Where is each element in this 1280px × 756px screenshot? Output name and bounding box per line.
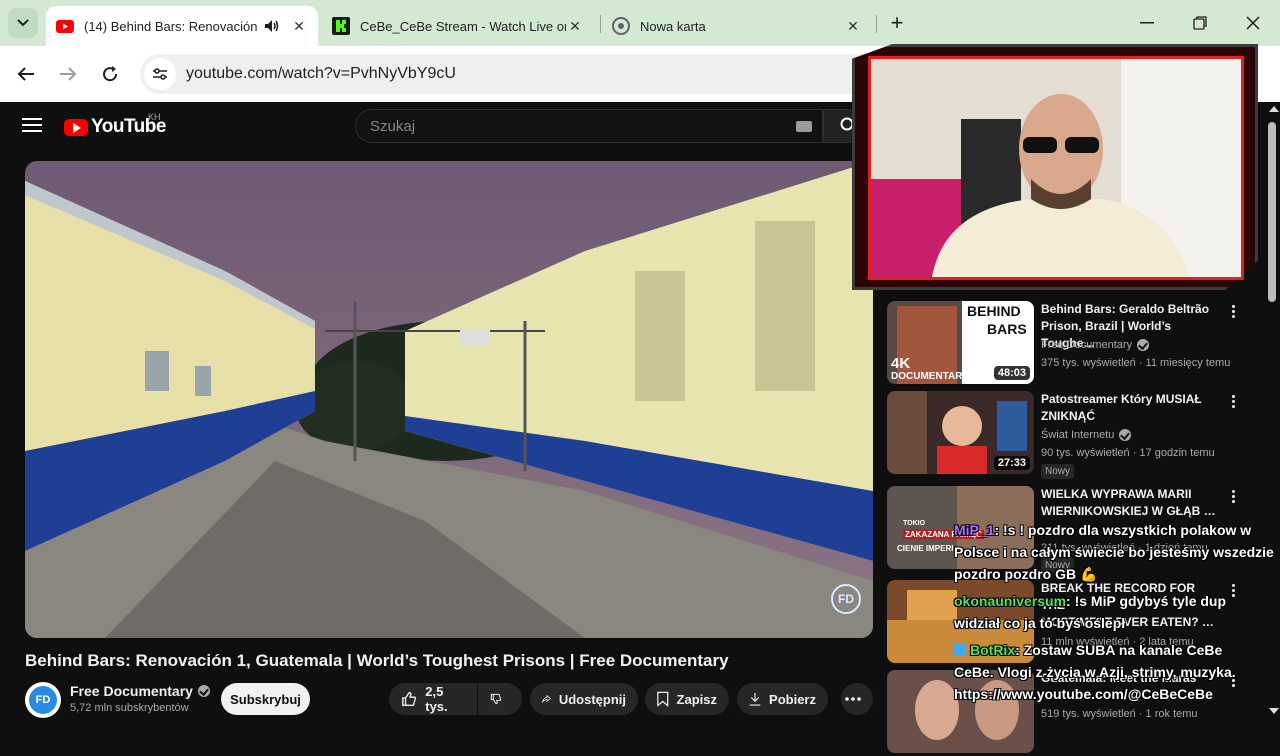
tab-close-icon[interactable]: ✕ xyxy=(566,17,584,35)
recommended-video[interactable]: BEHIND BARS 4K DOCUMENTARY 48:03 Behind … xyxy=(887,301,1267,387)
share-icon xyxy=(542,694,551,703)
hamburger-menu-icon[interactable] xyxy=(20,114,44,138)
share-button[interactable]: Udostępnij xyxy=(530,683,638,715)
channel-watermark-icon[interactable]: FD xyxy=(831,584,861,614)
video-duration: 48:03 xyxy=(993,366,1030,380)
verified-icon xyxy=(1119,429,1132,441)
tab-separator xyxy=(600,15,601,33)
scroll-down-icon[interactable] xyxy=(1269,708,1279,714)
minimize-icon[interactable] xyxy=(1132,8,1162,38)
new-tab-button[interactable]: + xyxy=(882,8,912,38)
more-vertical-icon[interactable] xyxy=(1225,582,1241,598)
tune-icon xyxy=(153,68,167,80)
chat-message-continued: widział co ja to byś oślepł xyxy=(954,615,1126,631)
arrow-left-icon xyxy=(17,67,34,81)
webcam-feed xyxy=(868,56,1244,280)
chat-username: okonauniversum xyxy=(954,593,1067,609)
search-box xyxy=(355,109,823,143)
address-bar[interactable]: youtube.com/watch?v=PvhNyVbY9cU xyxy=(140,54,880,94)
chat-message: okonauniversum: !s MiP gdybyś tyle dup xyxy=(954,593,1227,609)
bot-badge-icon xyxy=(954,644,966,656)
chat-message-continued: CeBe. Vlogi z życia w Azji, strimy, muzy… xyxy=(954,664,1236,680)
save-button[interactable]: Zapisz xyxy=(645,683,729,715)
recommended-video[interactable]: 27:33 Patostreamer Który MUSIAŁ ZNIKNĄĆ … xyxy=(887,391,1267,479)
verified-icon xyxy=(197,685,210,697)
video-frame xyxy=(25,161,873,638)
bookmark-icon xyxy=(657,691,669,707)
tab-kick[interactable]: CeBe_CeBe Stream - Watch Live on ✕ xyxy=(322,6,594,46)
dislike-button[interactable] xyxy=(478,683,522,715)
download-button[interactable]: Pobierz xyxy=(737,683,828,715)
download-icon xyxy=(749,692,761,706)
tab-close-icon[interactable]: ✕ xyxy=(290,17,308,35)
video-meta: 375 tys. wyświetleń · 11 miesięcy temu xyxy=(1041,357,1231,369)
webcam-overlay xyxy=(852,44,1258,290)
close-window-icon[interactable] xyxy=(1238,8,1268,38)
video-title: Behind Bars: Renovación 1, Guatemala | W… xyxy=(25,651,729,670)
new-badge: Nowy xyxy=(1041,464,1075,479)
site-info-button[interactable] xyxy=(144,58,176,90)
subscriber-count: 5,72 mln subskrybentów xyxy=(70,702,189,714)
arrow-right-icon xyxy=(60,67,77,81)
restore-icon[interactable] xyxy=(1185,8,1215,38)
back-button[interactable] xyxy=(10,58,42,90)
chrome-icon xyxy=(612,17,630,35)
chat-username: MiP_1 xyxy=(954,522,995,538)
chat-message-continued: https://www.youtube.com/@CeBeCeBe xyxy=(954,686,1213,702)
video-title[interactable]: WIELKA WYPRAWA MARII WIERNIKOWSKIEJ W GŁ… xyxy=(1041,486,1221,520)
thumbs-down-icon xyxy=(490,693,502,705)
reload-button[interactable] xyxy=(94,58,126,90)
video-meta: 519 tys. wyświetleń · 1 rok temu xyxy=(1041,708,1198,720)
subscribe-button[interactable]: Subskrybuj xyxy=(221,683,310,715)
more-horizontal-icon xyxy=(845,697,861,701)
chat-username: BotRix xyxy=(970,642,1016,658)
speaker-icon[interactable] xyxy=(264,19,280,33)
channel-name[interactable]: Free Documentary xyxy=(1041,339,1150,351)
thumbs-up-icon xyxy=(402,692,417,706)
tab-title: (14) Behind Bars: Renovación xyxy=(84,18,258,34)
search-input[interactable] xyxy=(356,110,776,142)
video-meta: 90 tys. wyświetleń · 17 godzin temu xyxy=(1041,447,1215,459)
channel-name[interactable]: Świat Internetu xyxy=(1041,429,1132,441)
video-thumbnail[interactable]: 27:33 xyxy=(887,391,1034,474)
reload-icon xyxy=(103,66,118,82)
video-thumbnail[interactable]: BEHIND BARS 4K DOCUMENTARY 48:03 xyxy=(887,301,1034,384)
chat-message-continued: Polsce i na całym świecie bo jesteśmy ws… xyxy=(954,544,1274,560)
tab-title: Nowa karta xyxy=(640,18,706,34)
kick-icon xyxy=(332,17,350,35)
tab-search-button[interactable] xyxy=(8,8,38,38)
video-duration: 27:33 xyxy=(993,456,1030,470)
chat-message-continued: pozdro pozdro GB 💪 xyxy=(954,566,1098,582)
more-vertical-icon[interactable] xyxy=(1225,303,1241,319)
tab-title: CeBe_CeBe Stream - Watch Live on xyxy=(360,18,566,34)
tab-close-icon[interactable]: ✕ xyxy=(844,17,862,35)
scroll-up-icon[interactable] xyxy=(1269,106,1279,112)
youtube-logo[interactable]: YouTube KH xyxy=(64,112,166,138)
tab-new-tab[interactable]: Nowa karta ✕ xyxy=(602,6,872,46)
chevron-down-icon xyxy=(17,19,29,27)
browser-tab-bar: (14) Behind Bars: Renovación ✕ CeBe_CeBe… xyxy=(0,0,1280,46)
more-vertical-icon[interactable] xyxy=(1225,488,1241,504)
scrollbar-thumb[interactable] xyxy=(1268,122,1276,302)
youtube-icon xyxy=(56,19,74,33)
video-player[interactable]: FD xyxy=(25,161,873,638)
tab-youtube[interactable]: (14) Behind Bars: Renovación ✕ xyxy=(46,6,318,46)
chat-message: BotRix: Zostaw SUBA na kanale CeBe xyxy=(954,639,1222,661)
more-actions-button[interactable] xyxy=(841,683,873,715)
region-code: KH xyxy=(148,112,161,122)
youtube-play-icon xyxy=(64,118,88,136)
verified-icon xyxy=(1137,339,1150,351)
more-vertical-icon[interactable] xyxy=(1225,393,1241,409)
url-text[interactable]: youtube.com/watch?v=PvhNyVbY9cU xyxy=(186,65,456,83)
chat-message: MiP_1: !s ! pozdro dla wszystkich polako… xyxy=(954,522,1252,538)
video-title[interactable]: Patostreamer Który MUSIAŁ ZNIKNĄĆ xyxy=(1041,391,1221,425)
channel-name[interactable]: Free Documentary xyxy=(70,683,210,699)
channel-avatar[interactable]: FD xyxy=(25,682,61,718)
tab-separator xyxy=(876,15,877,33)
like-button[interactable]: 2,5 tys. xyxy=(389,683,477,715)
forward-button[interactable] xyxy=(52,58,84,90)
keyboard-icon[interactable] xyxy=(796,121,812,132)
